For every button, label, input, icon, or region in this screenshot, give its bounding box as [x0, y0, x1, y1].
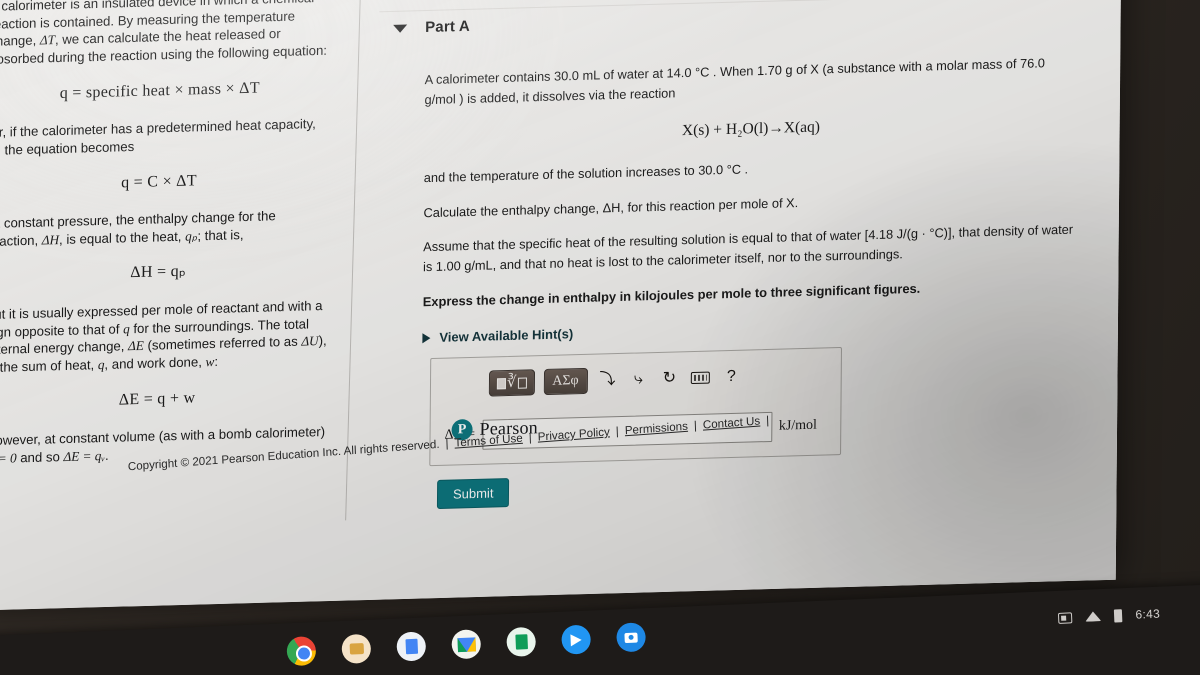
equation-delta-h: ΔH = qₚ [130, 263, 187, 282]
photo-of-laptop-screen: Reading list Constants|Periodic Table A … [0, 0, 1200, 675]
part-a-header[interactable]: Part A [379, 0, 1079, 42]
ref-p4-symbol5: w [205, 353, 215, 370]
ref-p4-f: : [214, 353, 219, 369]
ref-p4-symbol3: ΔU [301, 333, 319, 349]
chevron-right-icon[interactable] [422, 333, 431, 344]
reset-icon[interactable]: ↻ [658, 367, 680, 390]
cast-icon[interactable] [1058, 611, 1073, 624]
answer-entry-panel: ∛ ΑΣφ ⤵ ⤷ ↻ ? ΔH = [429, 347, 842, 467]
help-icon[interactable]: ? [720, 366, 742, 389]
ref-p4-e: , and work done, [104, 354, 206, 372]
reference-paragraph-2: Or, if the calorimeter has a predetermin… [0, 115, 330, 160]
footer-separator-3: | [615, 424, 620, 438]
reference-paragraph-4: but it is usually expressed per mole of … [0, 297, 329, 377]
question-stem-1: A calorimeter contains 30.0 mL of water … [424, 55, 1045, 107]
ref-p5-a: However, at constant volume (as with a b… [0, 423, 326, 449]
math-editor-toolbar: ∛ ΑΣφ ⤵ ⤷ ↻ ? [488, 364, 743, 397]
ref-p3-c: ; that is, [197, 226, 244, 244]
submit-button[interactable]: Submit [436, 478, 510, 510]
shelf-app-icons [286, 622, 647, 667]
wifi-icon[interactable] [1085, 611, 1102, 622]
footer-separator-2: | [528, 431, 532, 445]
files-icon[interactable] [341, 633, 372, 664]
ref-p4-symbol2: ΔE [128, 338, 144, 354]
footer-separator-1: | [445, 437, 449, 451]
part-title: Part A [425, 17, 471, 37]
keyboard-icon[interactable] [689, 367, 711, 390]
math-template-button[interactable]: ∛ [488, 369, 535, 397]
equation-q-specific-heat: q = specific heat × mass × ΔT [59, 79, 260, 102]
ref-p5-c: . [104, 447, 109, 463]
ref-p2-b: , the equation becomes [0, 138, 135, 158]
equation-delta-e: ΔE = q + w [118, 389, 196, 409]
ref-p5-b: and so [16, 448, 64, 466]
reference-panel: A calorimeter is an insulated device in … [0, 0, 354, 504]
ref-p2-a: Or, if the calorimeter has a predetermin… [0, 116, 316, 141]
laptop-screen: Reading list Constants|Periodic Table A … [0, 0, 1122, 611]
reference-paragraph-3: At constant pressure, the enthalpy chang… [0, 206, 330, 251]
footer-separator-4: | [693, 419, 698, 433]
camera-icon[interactable] [615, 622, 647, 653]
docs-icon[interactable] [396, 631, 427, 662]
chevron-down-icon[interactable] [393, 24, 408, 33]
answer-instruction: Express the change in enthalpy in kilojo… [422, 280, 921, 310]
math-template-icon: ∛ [496, 374, 527, 391]
meet-icon[interactable] [561, 624, 592, 655]
redo-icon[interactable]: ⤷ [627, 368, 649, 391]
drive-icon[interactable] [451, 629, 482, 660]
ref-p4-c: (sometimes referred to as [143, 333, 302, 354]
ref-p3-b: , is equal to the heat, [59, 228, 186, 247]
clock-label[interactable]: 6:43 [1135, 607, 1160, 622]
question-stem-3: Calculate the enthalpy change, ΔH, for t… [423, 194, 799, 220]
undo-icon[interactable]: ⤵ [596, 369, 618, 392]
view-hints-label: View Available Hint(s) [439, 326, 574, 345]
view-hints-toggle[interactable]: View Available Hint(s) [422, 311, 1076, 349]
ref-p3-symbol2: qₚ [185, 228, 198, 244]
ref-p1-symbol: ΔT [39, 32, 56, 48]
chrome-icon[interactable] [286, 636, 317, 667]
chemical-reaction-equation: X(s) + H₂O(l)→X(aq) [681, 118, 821, 139]
browser-page: Reading list Constants|Periodic Table A … [0, 0, 1122, 611]
question-stem-4: Assume that the specific heat of the res… [422, 221, 1074, 275]
equation-q-heat-capacity: q = C × ΔT [121, 171, 197, 191]
reference-paragraph-1: A calorimeter is an insulated device in … [0, 0, 332, 69]
sheets-icon[interactable] [506, 626, 537, 658]
footer-separator-5: | [765, 413, 770, 428]
battery-icon[interactable] [1114, 608, 1123, 623]
ref-p5-symbol: w = 0 [0, 450, 17, 466]
system-tray[interactable]: 6:43 [1058, 607, 1160, 625]
greek-symbols-button[interactable]: ΑΣφ [543, 367, 588, 396]
ref-p3-symbol: ΔH [41, 231, 60, 248]
question-stem-2: and the temperature of the solution incr… [423, 161, 749, 185]
ref-p5-symbol2: ΔE = qᵥ [63, 447, 106, 464]
